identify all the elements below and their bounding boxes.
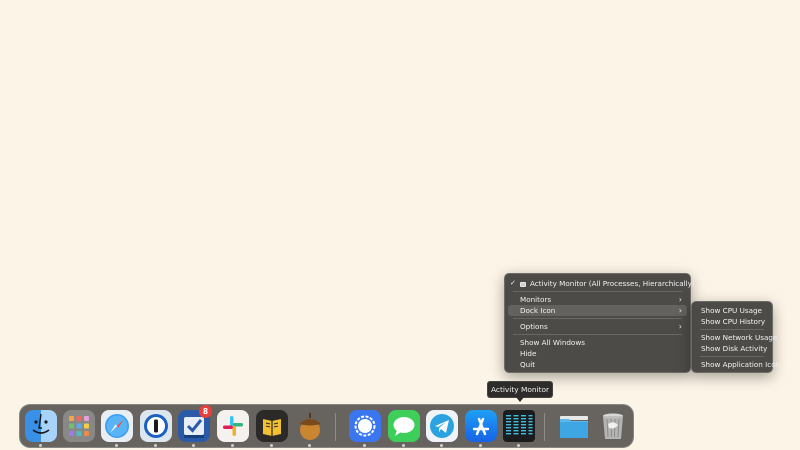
menu-item-label: Dock Icon	[520, 306, 556, 315]
running-indicator	[154, 444, 157, 447]
running-indicator	[517, 444, 520, 447]
slack-hash-icon	[223, 416, 243, 436]
running-indicator	[231, 444, 234, 447]
paper-plane-icon	[430, 414, 454, 438]
running-indicator	[440, 444, 443, 447]
menu-item-app-window[interactable]: ✓ Activity Monitor (All Processes, Hiera…	[508, 278, 695, 289]
key-hole-icon	[144, 414, 168, 438]
dock	[19, 404, 634, 448]
running-indicator	[39, 444, 42, 447]
menu-item-label: Show All Windows	[520, 338, 585, 347]
chevron-right-icon: ›	[678, 306, 682, 315]
speech-bubble-icon	[354, 415, 376, 437]
app-store-icon[interactable]	[465, 410, 497, 442]
acorn-icon[interactable]	[294, 410, 326, 442]
book-icon	[263, 419, 281, 436]
menu-item-label: Show CPU Usage	[701, 306, 762, 315]
menu-item-show-all-windows[interactable]: Show All Windows	[508, 337, 687, 348]
app-store-a-icon	[472, 417, 490, 436]
submenu-item-show-cpu-usage[interactable]: Show CPU Usage	[695, 305, 769, 316]
1password-icon[interactable]	[140, 410, 172, 442]
menu-item-label: Show CPU History	[701, 317, 766, 326]
chevron-right-icon: ›	[678, 295, 682, 304]
menu-item-options[interactable]: Options ›	[508, 321, 687, 332]
running-indicator	[402, 444, 405, 447]
running-indicator	[363, 444, 366, 447]
menu-separator	[513, 318, 682, 319]
menu-item-quit[interactable]: Quit	[508, 359, 687, 370]
launchpad-grid-icon	[69, 416, 89, 436]
menu-item-label: Quit	[520, 360, 536, 369]
menu-item-monitors[interactable]: Monitors ›	[508, 294, 687, 305]
dock-context-menu: ✓ Activity Monitor (All Processes, Hiera…	[504, 273, 695, 373]
menu-separator	[700, 356, 764, 357]
trash-icon[interactable]	[597, 410, 629, 442]
menu-item-label: Show Application Icon	[701, 360, 781, 369]
submenu-item-show-application-icon[interactable]: Show Application Icon	[695, 359, 780, 370]
submenu-item-show-network-usage[interactable]: Show Network Usage	[695, 332, 777, 343]
running-indicator	[192, 444, 195, 447]
menu-item-label: Hide	[520, 349, 537, 358]
cpu-meter-icon	[506, 415, 533, 435]
slack-icon[interactable]	[217, 410, 249, 442]
compass-icon	[105, 414, 129, 438]
finder-face-icon	[32, 413, 50, 434]
running-indicator	[308, 444, 311, 447]
activity-monitor-icon[interactable]	[503, 410, 535, 442]
notification-badge: 8	[199, 405, 212, 418]
dock-divider	[544, 413, 545, 441]
menu-item-label: Monitors	[520, 295, 552, 304]
running-indicator	[115, 444, 118, 447]
dock-icon-submenu: Show CPU Usage Show CPU History Show Net…	[691, 301, 780, 373]
menu-item-label: Options	[520, 322, 548, 331]
safari-icon[interactable]	[101, 410, 133, 442]
menu-item-label: Show Disk Activity	[701, 344, 768, 353]
folder-icon	[560, 416, 588, 438]
window-icon	[520, 282, 526, 287]
menu-item-label: Show Network Usage	[701, 333, 778, 342]
menu-separator	[513, 334, 682, 335]
submenu-item-show-cpu-history[interactable]: Show CPU History	[695, 316, 769, 327]
tes-icon[interactable]	[256, 410, 288, 442]
menu-separator	[700, 329, 764, 330]
downloads-folder-icon[interactable]	[558, 410, 590, 442]
finder-icon[interactable]	[25, 410, 57, 442]
menu-item-dock-icon[interactable]: Dock Icon ›	[508, 305, 687, 316]
messages-icon[interactable]	[388, 410, 420, 442]
checkmark-icon: ✓	[510, 279, 516, 287]
trash-can-icon	[603, 413, 623, 439]
dock-tooltip: Activity Monitor	[487, 381, 553, 402]
submenu-item-show-disk-activity[interactable]: Show Disk Activity	[695, 343, 769, 354]
menu-item-label: Activity Monitor (All Processes, Hierarc…	[530, 279, 695, 288]
menu-separator	[513, 291, 682, 292]
menu-item-hide[interactable]: Hide	[508, 348, 687, 359]
running-indicator	[479, 444, 482, 447]
running-indicator	[270, 444, 273, 447]
signal-icon[interactable]	[349, 410, 381, 442]
launchpad-icon[interactable]	[63, 410, 95, 442]
chevron-right-icon: ›	[678, 322, 682, 331]
dock-divider	[335, 413, 336, 441]
telegram-icon[interactable]	[426, 410, 458, 442]
chat-bubble-icon	[393, 417, 415, 436]
acorn-shape-icon	[299, 413, 321, 440]
